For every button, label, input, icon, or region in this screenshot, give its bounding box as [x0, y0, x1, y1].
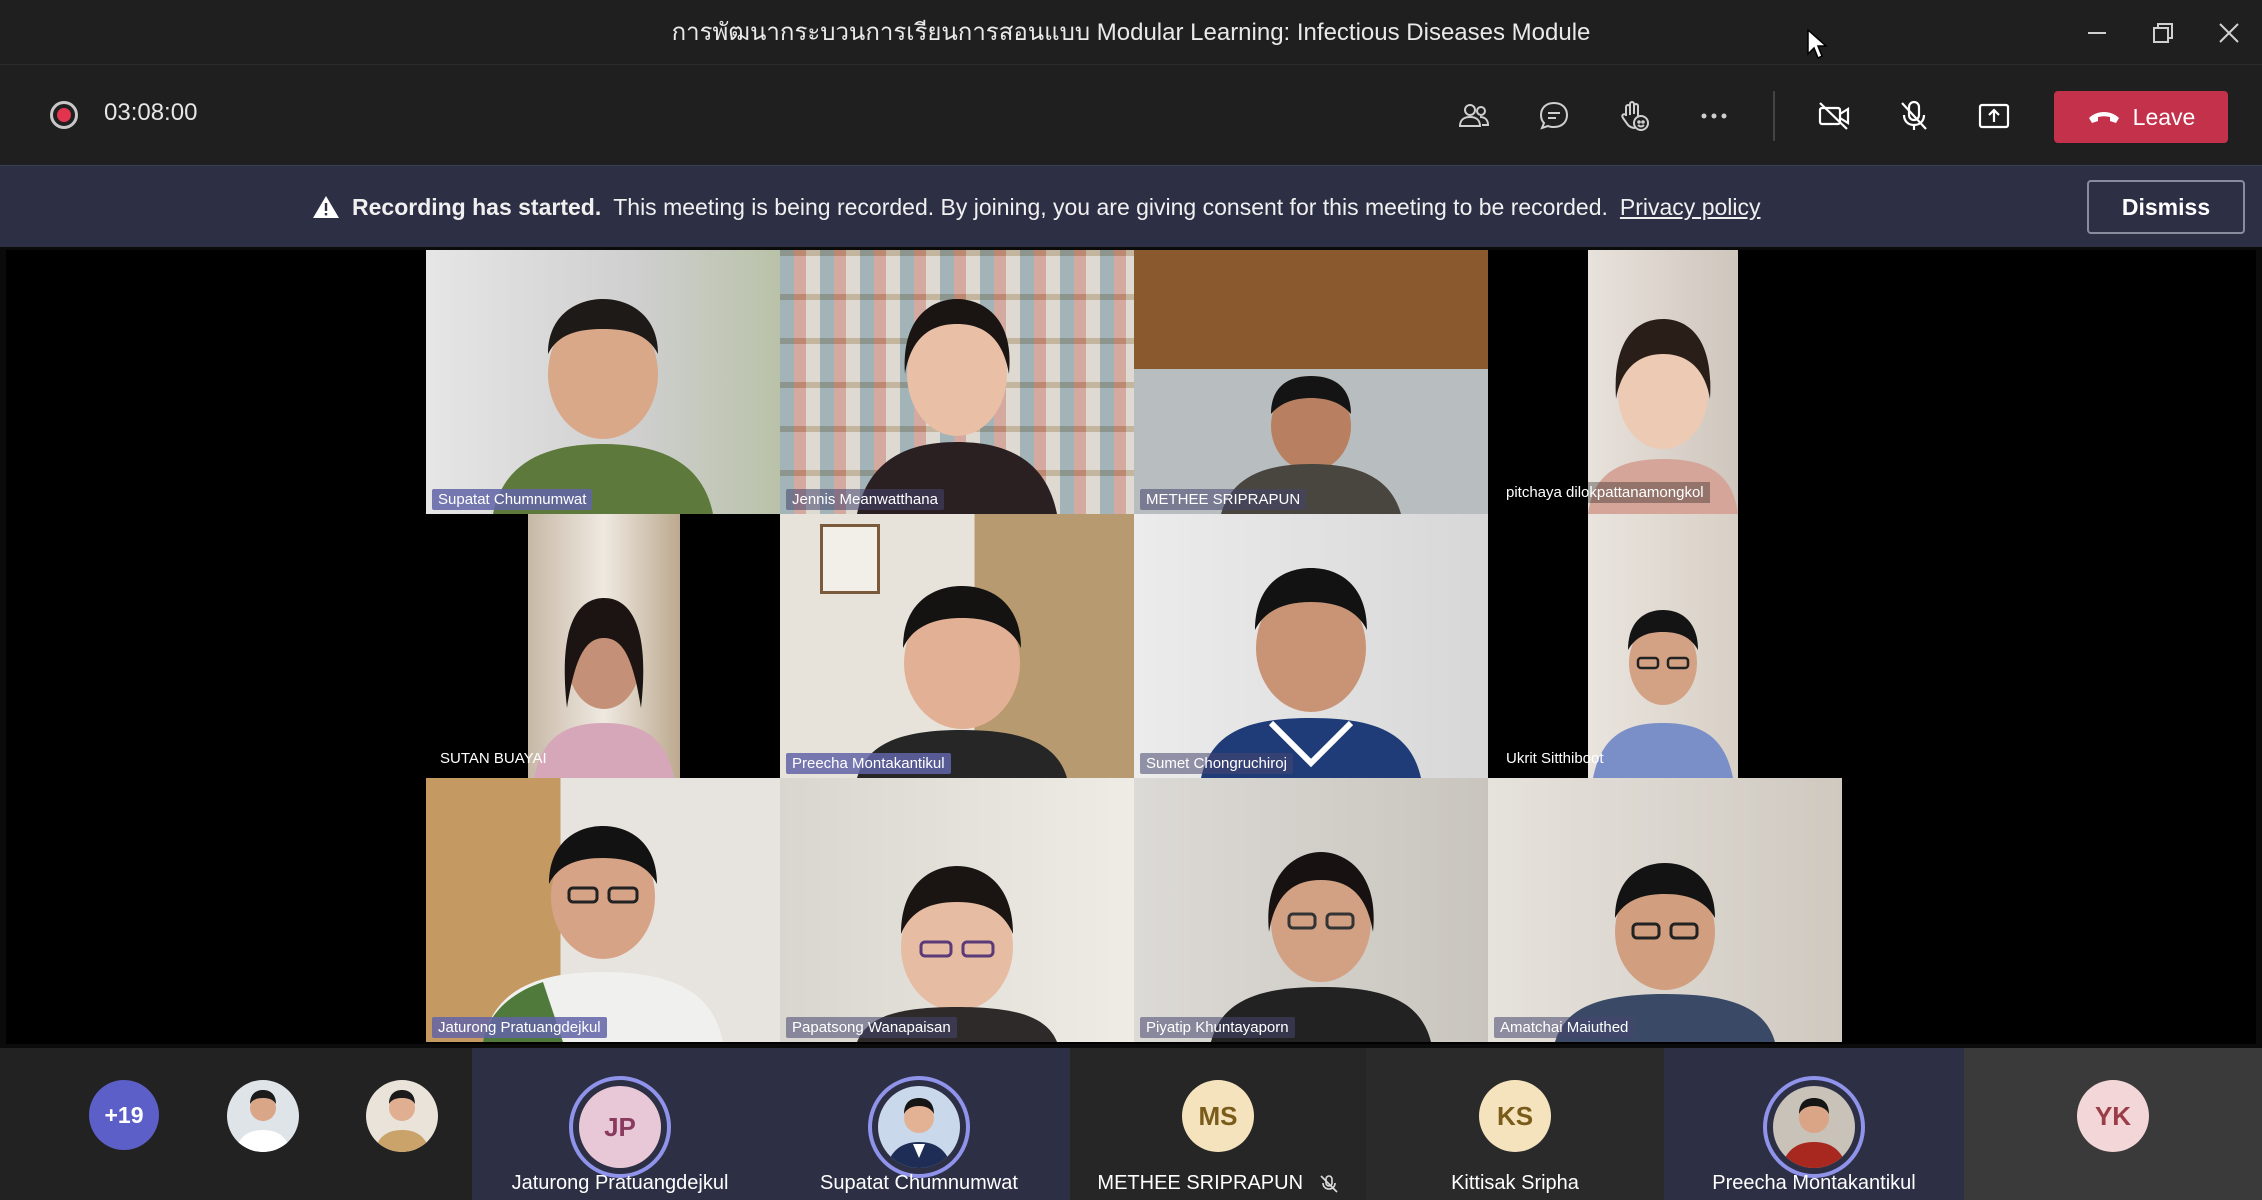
participant-photo: [227, 1080, 299, 1152]
participant-initials: KS: [1479, 1080, 1551, 1152]
participant-photo: [878, 1086, 960, 1168]
participant-name: Preecha Montakantikul: [1712, 1172, 1916, 1194]
participant-tile[interactable]: KS Kittisak Sripha: [1366, 1048, 1664, 1200]
tile-name: Preecha Montakantikul: [786, 753, 951, 774]
participant-name: METHEE SRIPRAPUN: [1070, 1172, 1366, 1195]
mouse-cursor-icon: [1807, 28, 1828, 60]
warning-icon: [313, 196, 339, 218]
video-tile[interactable]: [1588, 514, 1738, 778]
avatar: [878, 1086, 960, 1168]
close-icon: [2219, 22, 2239, 43]
chat-button[interactable]: [1528, 90, 1580, 142]
participant-video: [1211, 852, 1431, 1042]
title-bar: การพัฒนากระบวนการเรียนการสอนแบบ Modular …: [0, 0, 2262, 65]
participant-video: [1201, 568, 1421, 778]
mic-off-icon: [1901, 100, 1927, 130]
restore-button[interactable]: [2130, 0, 2196, 65]
restore-icon: [2153, 22, 2173, 43]
participant-photo: [366, 1080, 438, 1152]
recording-started-label: Recording has started.: [352, 193, 602, 220]
participants-button[interactable]: [1448, 90, 1500, 142]
hang-up-icon: [2088, 112, 2119, 123]
participant-video: [1593, 610, 1733, 778]
tile-name: Jennis Meanwatthana: [786, 489, 944, 510]
tile-name: Jaturong Pratuangdejkul: [432, 1017, 607, 1038]
meeting-toolbar: 03:08:00 Leave: [0, 65, 2262, 165]
more-participants-button[interactable]: +19: [89, 1080, 159, 1150]
leave-label: Leave: [2132, 103, 2196, 130]
video-tile[interactable]: METHEE SRIPRAPUN: [1134, 250, 1488, 514]
dismiss-button[interactable]: Dismiss: [2087, 180, 2245, 234]
participant-video: [483, 826, 723, 1042]
tile-name: Sumet Chongruchiroj: [1140, 753, 1293, 774]
mic-toggle-button[interactable]: [1888, 90, 1940, 142]
video-tile[interactable]: [1588, 250, 1738, 514]
participant-video: [534, 598, 674, 778]
participant-video: [493, 299, 713, 514]
participant-initials: JP: [579, 1086, 661, 1168]
privacy-policy-link[interactable]: Privacy policy: [1620, 194, 1761, 221]
recording-banner: Recording has started. This meeting is b…: [0, 165, 2262, 247]
participant-video: [1555, 863, 1775, 1042]
recording-indicator-icon: [50, 101, 78, 129]
camera-toggle-button[interactable]: [1808, 90, 1860, 142]
tile-name: pitchaya dilokpattanamongkol: [1500, 482, 1710, 503]
tile-name: SUTAN BUAYAI: [440, 750, 547, 767]
video-tile[interactable]: Papatsong Wanapaisan: [780, 778, 1134, 1042]
video-tile[interactable]: Amatchai Maiuthed: [1488, 778, 1842, 1042]
participant-tile[interactable]: Supatat Chumnumwat: [768, 1048, 1070, 1200]
participant-tile[interactable]: Preecha Montakantikul: [1664, 1048, 1964, 1200]
video-tile[interactable]: Preecha Montakantikul: [780, 514, 1134, 778]
chat-icon: [1539, 101, 1569, 130]
reactions-button[interactable]: [1608, 90, 1660, 142]
avatar[interactable]: [366, 1080, 438, 1152]
participants-icon: [1458, 104, 1490, 127]
more-options-icon: [1701, 113, 1727, 119]
share-content-button[interactable]: [1968, 90, 2020, 142]
avatar[interactable]: [227, 1080, 299, 1152]
participant-strip: +19 JP Jaturong Pratuangdejkul Supatat C…: [0, 1048, 2262, 1200]
participant-name: Jaturong Pratuangdejkul: [511, 1172, 729, 1194]
tile-name: Supatat Chumnumwat: [432, 489, 593, 510]
video-tile[interactable]: Piyatip Khuntayaporn: [1134, 778, 1488, 1042]
tile-name: Papatsong Wanapaisan: [786, 1017, 957, 1038]
participant-video: [857, 299, 1057, 514]
window-title: การพัฒนากระบวนการเรียนการสอนแบบ Modular …: [671, 19, 1591, 46]
minimize-button[interactable]: [2064, 0, 2130, 65]
participant-video: [857, 586, 1067, 778]
participant-tile[interactable]: YK: [1964, 1048, 2262, 1200]
participant-name: Kittisak Sripha: [1451, 1172, 1579, 1194]
tile-name: Piyatip Khuntayaporn: [1140, 1017, 1295, 1038]
participant-video: [857, 866, 1057, 1042]
tile-name: METHEE SRIPRAPUN: [1140, 489, 1307, 510]
close-button[interactable]: [2196, 0, 2262, 65]
minimize-icon: [2088, 31, 2106, 34]
participant-video: [1588, 319, 1738, 514]
mic-off-icon: [1320, 1174, 1338, 1193]
toolbar-divider: [1773, 91, 1775, 141]
participant-initials: YK: [2077, 1080, 2149, 1152]
participant-name: Supatat Chumnumwat: [820, 1172, 1018, 1194]
share-screen-icon: [1978, 103, 2010, 129]
participant-tile[interactable]: MS METHEE SRIPRAPUN: [1070, 1048, 1366, 1200]
video-tile[interactable]: Jennis Meanwatthana: [780, 250, 1134, 514]
video-tile[interactable]: Jaturong Pratuangdejkul: [426, 778, 780, 1042]
video-tile[interactable]: Supatat Chumnumwat: [426, 250, 780, 514]
avatar: [1773, 1086, 1855, 1168]
leave-button[interactable]: Leave: [2054, 91, 2228, 143]
video-tile[interactable]: [528, 514, 680, 778]
meeting-timer: 03:08:00: [104, 99, 198, 126]
camera-off-icon: [1818, 102, 1850, 130]
participant-initials: MS: [1182, 1080, 1254, 1152]
raise-hand-icon: [1621, 101, 1649, 131]
tile-name: Ukrit Sitthiboot: [1506, 750, 1604, 767]
participant-tile[interactable]: JP Jaturong Pratuangdejkul: [472, 1048, 768, 1200]
video-gallery: Supatat Chumnumwat Jennis Meanwatthana M…: [6, 250, 2256, 1044]
more-actions-button[interactable]: [1688, 90, 1740, 142]
tile-name: Amatchai Maiuthed: [1494, 1017, 1635, 1038]
recording-consent-text: This meeting is being recorded. By joini…: [613, 193, 1608, 220]
participant-photo: [1773, 1086, 1855, 1168]
participant-name-text: METHEE SRIPRAPUN: [1097, 1172, 1304, 1194]
video-tile[interactable]: Sumet Chongruchiroj: [1134, 514, 1488, 778]
